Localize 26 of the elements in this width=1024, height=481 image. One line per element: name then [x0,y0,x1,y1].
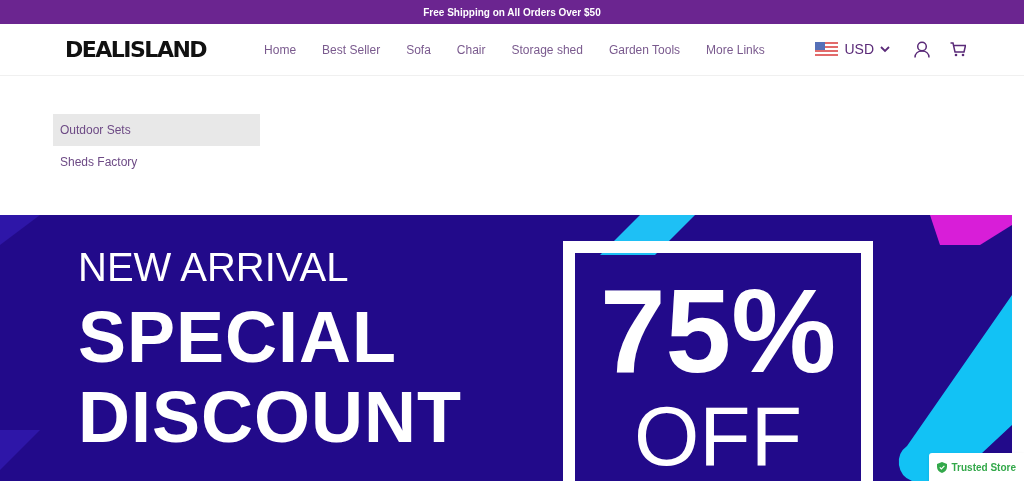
account-icon[interactable] [914,41,930,58]
trusted-store-label: Trusted Store [951,460,1016,475]
announcement-text: Free Shipping on All Orders Over $50 [423,5,601,20]
discount-percent: 75% [599,271,837,391]
decorative-stripe [0,215,40,245]
banner-subtitle: NEW ARRIVAL [78,245,350,289]
us-flag-icon [815,42,839,57]
currency-selector[interactable]: USD [815,39,890,60]
shield-check-icon [936,461,947,473]
banner-headline: SPECIAL [78,297,399,377]
nav-link[interactable]: Best Seller [322,40,381,59]
dropdown-item[interactable]: Outdoor Sets [53,114,260,146]
decorative-stripe [0,430,40,470]
banner-headline: DISCOUNT [78,377,462,457]
dropdown-item[interactable]: Sheds Factory [53,146,260,178]
nav-link[interactable]: Sofa [406,40,431,59]
nav-link[interactable]: Chair [456,40,486,59]
logo[interactable]: DEALISLAND [65,35,207,64]
discount-off: OFF [634,391,802,481]
cart-icon[interactable] [950,42,966,57]
chevron-down-icon [880,46,890,53]
nav-link[interactable]: Garden Tools [608,40,681,59]
trusted-store-badge[interactable]: Trusted Store [928,453,1024,481]
nav-link[interactable]: Storage shed [511,40,583,59]
nav-link[interactable]: More Links [706,40,765,59]
nav-link[interactable]: Home [264,40,297,59]
